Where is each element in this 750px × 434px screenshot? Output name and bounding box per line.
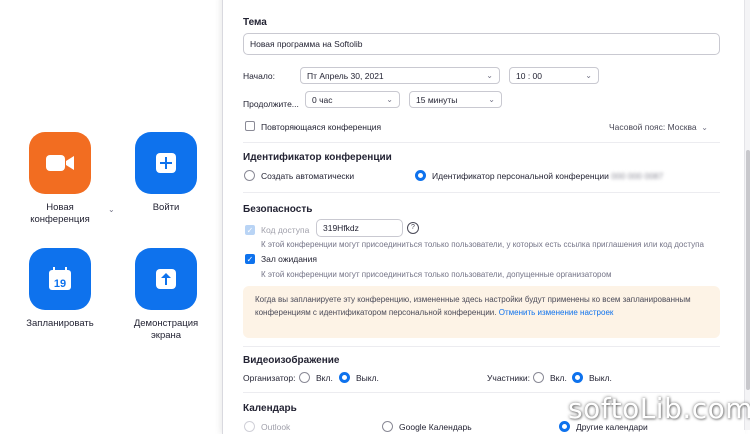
new-meeting-button[interactable] — [29, 132, 91, 194]
personal-id-label: Идентификатор персональной конференции — [432, 171, 609, 181]
security-heading: Безопасность — [243, 204, 313, 215]
participants-video-off-radio[interactable] — [572, 372, 583, 383]
passcode-value: 319Hfkdz — [323, 223, 359, 233]
duration-label: Продолжите... — [243, 99, 299, 109]
schedule-button[interactable]: 19 — [29, 248, 91, 310]
watermark: softoLib.com — [568, 392, 750, 425]
share-screen-button[interactable] — [135, 248, 197, 310]
start-time-select[interactable]: 10 : 00 ⌄ — [509, 67, 599, 84]
chevron-down-icon[interactable]: ⌄ — [108, 205, 115, 214]
start-label: Начало: — [243, 71, 275, 81]
waiting-room-label: Зал ожидания — [261, 254, 317, 264]
outlook-radio[interactable] — [244, 421, 255, 432]
plus-icon — [156, 153, 176, 173]
join-tile[interactable]: Войти — [126, 132, 206, 214]
timezone-select[interactable]: Часовой пояс: Москва ⌄ — [609, 122, 708, 132]
topic-input[interactable]: Новая программа на Softolib — [243, 33, 720, 55]
outlook-label: Outlook — [261, 422, 291, 432]
duration-hours-value: 0 час — [312, 94, 333, 105]
personal-id-radio[interactable] — [415, 170, 426, 181]
google-calendar-label: Google Календарь — [399, 422, 472, 432]
new-meeting-label: Новая конференция — [30, 202, 90, 225]
start-time-value: 10 : 00 — [516, 70, 542, 81]
host-video-on-radio[interactable] — [299, 372, 310, 383]
recurring-label: Повторяющаяся конференция — [261, 122, 382, 132]
auto-generate-label: Создать автоматически — [261, 171, 355, 181]
meeting-id-heading: Идентификатор конференции — [243, 152, 392, 163]
notice-text: Когда вы запланируете эту конференцию, и… — [255, 295, 691, 317]
help-icon[interactable]: ? — [407, 222, 419, 234]
chevron-down-icon: ⌄ — [386, 95, 393, 104]
schedule-label: Запланировать — [26, 318, 94, 329]
waiting-room-checkbox[interactable]: ✓ — [245, 254, 255, 264]
participants-video-on-label: Вкл. — [550, 373, 567, 383]
passcode-hint: К этой конференции могут присоединиться … — [261, 240, 704, 249]
personal-id-row: Идентификатор персональной конференции 0… — [432, 171, 663, 181]
participants-video-on-radio[interactable] — [533, 372, 544, 383]
share-screen-tile[interactable]: Демонстрация экрана — [126, 248, 206, 342]
schedule-meeting-dialog: Тема Новая программа на Softolib Начало:… — [222, 0, 745, 434]
participants-video-off-label: Выкл. — [589, 373, 612, 383]
calendar-heading: Календарь — [243, 403, 297, 414]
recurring-checkbox[interactable] — [245, 121, 255, 131]
duration-minutes-value: 15 минуты — [416, 94, 458, 105]
divider — [243, 346, 720, 347]
start-date-select[interactable]: Пт Апрель 30, 2021 ⌄ — [300, 67, 500, 84]
settings-notice: Когда вы запланируете эту конференцию, и… — [243, 286, 720, 338]
personal-id-value: 000 000 0087 — [611, 171, 664, 181]
topic-heading: Тема — [243, 17, 267, 28]
undo-settings-link[interactable]: Отменить изменение настроек — [499, 308, 614, 317]
calendar-day-text: 19 — [54, 278, 66, 290]
auto-generate-radio[interactable] — [244, 170, 255, 181]
passcode-checkbox[interactable]: ✓ — [245, 225, 255, 235]
scrollbar-thumb[interactable] — [746, 150, 750, 390]
duration-hours-select[interactable]: 0 час ⌄ — [305, 91, 400, 108]
waiting-room-hint: К этой конференции могут присоединиться … — [261, 270, 612, 279]
host-video-label: Организатор: — [243, 373, 296, 383]
start-date-value: Пт Апрель 30, 2021 — [307, 70, 384, 81]
google-calendar-radio[interactable] — [382, 421, 393, 432]
chevron-down-icon: ⌄ — [585, 71, 592, 80]
participants-video-label: Участники: — [487, 373, 530, 383]
host-video-off-label: Выкл. — [356, 373, 379, 383]
home-panel: Новая конференция ⌄ Войти 19 Запланирова… — [0, 0, 222, 430]
host-video-off-radio[interactable] — [339, 372, 350, 383]
duration-minutes-select[interactable]: 15 минуты ⌄ — [409, 91, 502, 108]
video-camera-icon — [46, 155, 74, 171]
divider — [243, 142, 720, 143]
video-heading: Видеоизображение — [243, 355, 340, 366]
passcode-label: Код доступа — [261, 225, 310, 235]
join-button[interactable] — [135, 132, 197, 194]
chevron-down-icon: ⌄ — [486, 71, 493, 80]
passcode-input[interactable]: 319Hfkdz — [316, 219, 403, 237]
arrow-up-icon — [156, 269, 176, 289]
host-video-on-label: Вкл. — [316, 373, 333, 383]
chevron-down-icon: ⌄ — [699, 123, 708, 132]
new-meeting-tile[interactable]: Новая конференция — [20, 132, 100, 226]
timezone-label: Часовой пояс: Москва — [609, 122, 697, 132]
topic-value: Новая программа на Softolib — [250, 39, 363, 49]
chevron-down-icon: ⌄ — [488, 95, 495, 104]
scrollbar[interactable] — [744, 0, 750, 430]
divider — [243, 192, 720, 193]
calendar-icon: 19 — [49, 267, 71, 290]
share-screen-label: Демонстрация экрана — [133, 318, 199, 341]
schedule-tile[interactable]: 19 Запланировать — [20, 248, 100, 330]
join-label: Войти — [152, 202, 180, 213]
